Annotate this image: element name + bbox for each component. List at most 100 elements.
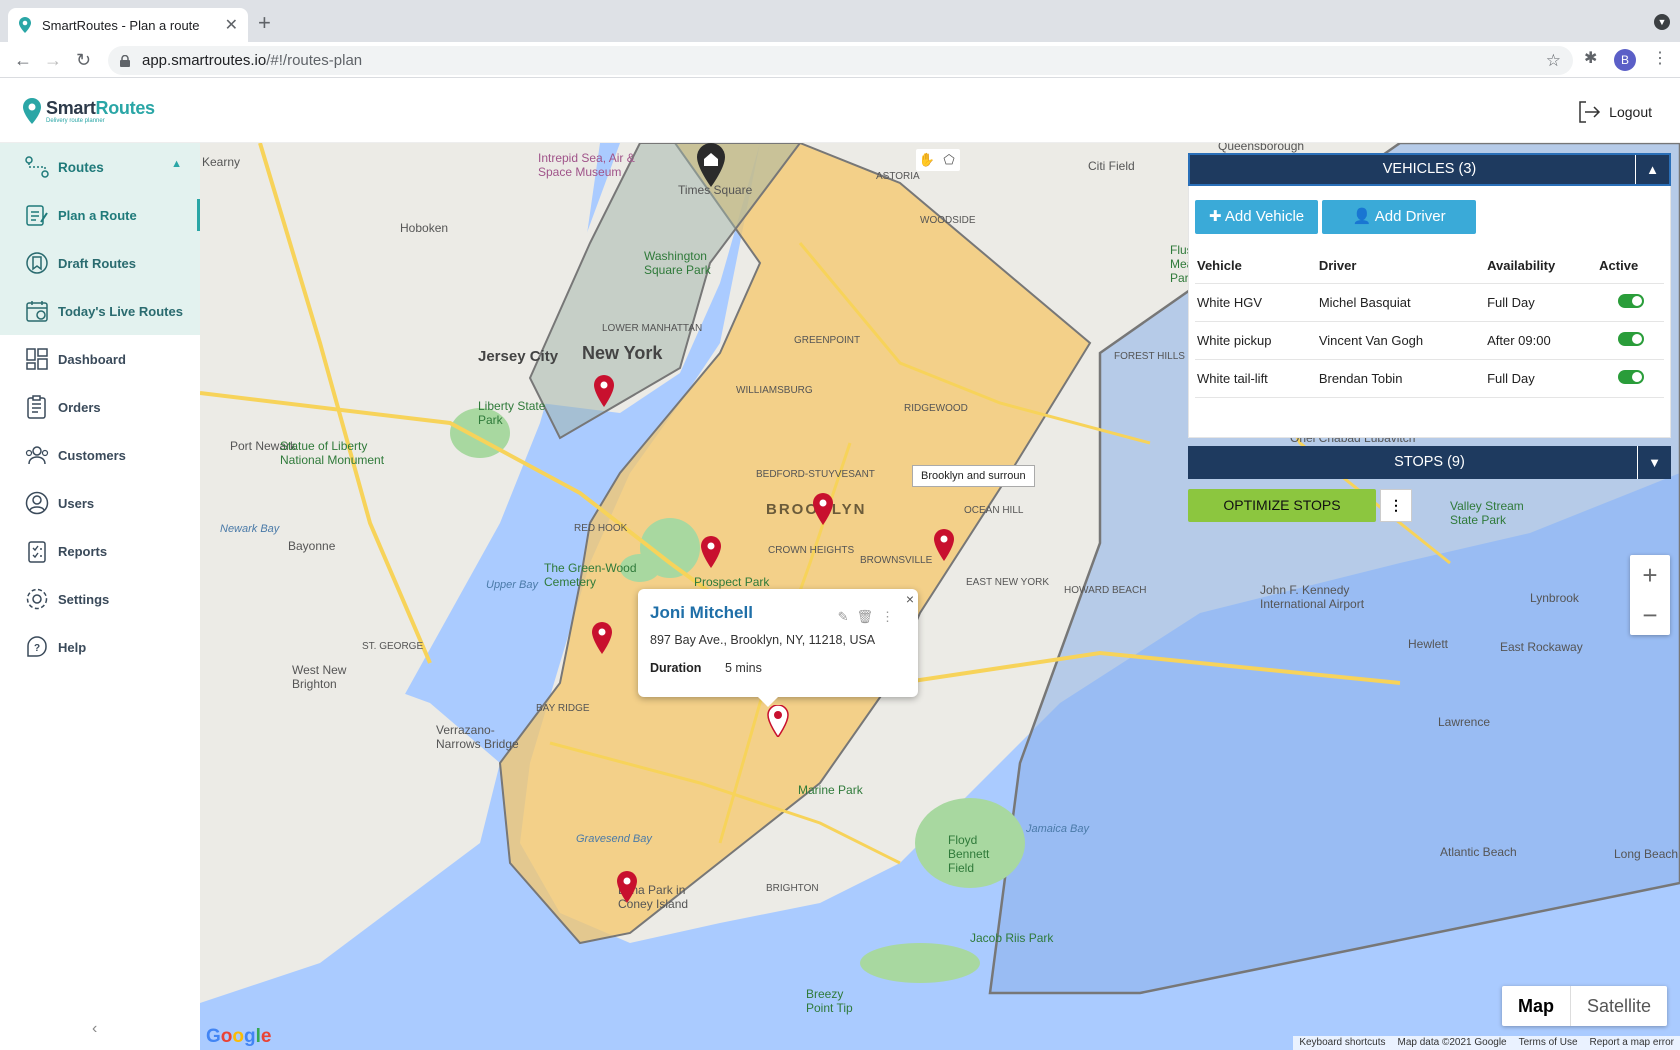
close-tab-icon[interactable]: ✕ <box>225 15 238 35</box>
vehicles-title: VEHICLES (3) <box>1382 161 1477 177</box>
map-label-hewlett: Hewlett <box>1408 637 1449 651</box>
sidebar-item-settings[interactable]: Settings <box>0 575 200 623</box>
map-label-lynbrook: Lynbrook <box>1530 591 1579 605</box>
sidebar-item-help[interactable]: ? Help <box>0 623 200 671</box>
map-label-verrazano: Verrazano-Narrows Bridge <box>436 723 519 751</box>
sidebar-item-draft-routes[interactable]: Draft Routes <box>0 239 200 287</box>
chevron-up-icon[interactable]: ▲ <box>1635 155 1669 184</box>
smartroutes-logo[interactable]: SmartRoutes Delivery route planner <box>22 98 155 124</box>
close-icon[interactable]: × <box>906 591 914 607</box>
map-data-text: Map data ©2021 Google <box>1397 1037 1507 1048</box>
stops-actions: OPTIMIZE STOPS ⋮ <box>1188 489 1671 522</box>
map-label-jfk: John F. Kennedy International Airport <box>1260 583 1365 611</box>
bookmark-star-icon[interactable]: ☆ <box>1546 51 1561 71</box>
active-toggle[interactable] <box>1617 370 1644 384</box>
map-label-newark-bay: Newark Bay <box>220 523 280 535</box>
sidebar-item-label: Settings <box>58 591 110 607</box>
sidebar-group-label: Routes <box>58 159 104 175</box>
sidebar-item-plan-a-route[interactable]: Plan a Route <box>0 191 200 239</box>
map-drawing-tools: ✋ ⬠ <box>916 149 960 171</box>
vehicles-actions: ✚ Add Vehicle 👤 Add Driver <box>1195 200 1664 234</box>
active-toggle[interactable] <box>1617 294 1644 308</box>
table-row[interactable]: White pickup Vincent Van Gogh After 09:0… <box>1195 321 1664 360</box>
tab-search-icon[interactable]: ▼ <box>1654 14 1670 30</box>
stop-marker[interactable] <box>933 529 955 561</box>
optimize-stops-button[interactable]: OPTIMIZE STOPS <box>1188 489 1376 522</box>
add-vehicle-label: Add Vehicle <box>1224 208 1305 225</box>
add-driver-button[interactable]: 👤 Add Driver <box>1322 200 1477 234</box>
sidebar-item-users[interactable]: Users <box>0 479 200 527</box>
draw-polygon-icon[interactable]: ⬠ <box>938 149 960 171</box>
sidebar-item-customers[interactable]: Customers <box>0 431 200 479</box>
map-type-satellite-button[interactable]: Satellite <box>1571 986 1667 1026</box>
stop-marker[interactable] <box>616 871 638 903</box>
map-label-brighton: BRIGHTON <box>766 883 819 894</box>
depot-marker[interactable] <box>696 143 726 187</box>
reload-icon[interactable]: ↻ <box>76 50 91 71</box>
more-vertical-icon[interactable]: ⋮ <box>881 609 894 625</box>
map-label-floyd-bennett: Floyd Bennett Field <box>948 833 990 875</box>
logo-name-part-b: Routes <box>95 98 156 118</box>
map-attribution: Keyboard shortcuts Map data ©2021 Google… <box>1293 1036 1680 1050</box>
chevron-down-icon[interactable]: ▼ <box>1637 446 1671 479</box>
vehicles-table: Vehicle Driver Availability Active White… <box>1195 248 1664 398</box>
vehicles-header[interactable]: VEHICLES (3) ▲ <box>1188 153 1671 186</box>
table-row[interactable]: White tail-lift Brendan Tobin Full Day <box>1195 359 1664 398</box>
column-header: Driver <box>1316 248 1486 284</box>
plus-icon: ✚ <box>1209 208 1225 225</box>
profile-avatar[interactable]: B <box>1614 49 1636 71</box>
forward-arrow-icon[interactable]: → <box>44 50 62 71</box>
zoom-out-button[interactable]: − <box>1630 595 1670 635</box>
map-label-lawrence: Lawrence <box>1438 715 1491 729</box>
map-label-west-brighton: West New Brighton <box>292 663 347 691</box>
address-bar[interactable]: app.smartroutes.io/#!/routes-plan ☆ <box>108 46 1573 75</box>
back-arrow-icon[interactable]: ← <box>14 50 32 71</box>
new-tab-button[interactable]: + <box>258 10 271 36</box>
keyboard-shortcuts-link[interactable]: Keyboard shortcuts <box>1293 1036 1391 1050</box>
route-panel: VEHICLES (3) ▲ ✚ Add Vehicle 👤 Add Drive… <box>1188 153 1671 522</box>
users-icon <box>25 491 49 515</box>
sidebar-group-routes[interactable]: Routes ▲ <box>0 143 200 191</box>
stops-header[interactable]: STOPS (9) ▼ <box>1188 446 1671 479</box>
help-icon: ? <box>27 636 47 657</box>
trash-icon[interactable]: 🗑 <box>856 609 873 625</box>
sidebar-item-label: Draft Routes <box>58 255 137 271</box>
sidebar: Routes ▲ Plan a Route Draft Routes Today… <box>0 143 200 1050</box>
collapse-sidebar-icon[interactable]: ‹ <box>92 1020 97 1038</box>
map-label-brownsville: BROWNSVILLE <box>860 555 933 566</box>
stop-marker[interactable] <box>593 375 615 407</box>
terms-link[interactable]: Terms of Use <box>1513 1036 1584 1050</box>
sidebar-item-reports[interactable]: Reports <box>0 527 200 575</box>
report-error-link[interactable]: Report a map error <box>1584 1036 1680 1050</box>
active-toggle[interactable] <box>1617 332 1644 346</box>
map-type-map-button[interactable]: Map <box>1502 986 1571 1026</box>
zoom-control: + − <box>1630 555 1670 635</box>
table-row[interactable]: White HGV Michel Basquiat Full Day <box>1195 283 1664 322</box>
stop-marker[interactable] <box>700 536 722 568</box>
zoom-in-button[interactable]: + <box>1630 555 1670 595</box>
tab-title: SmartRoutes - Plan a route <box>42 17 200 33</box>
sidebar-item-orders[interactable]: Orders <box>0 383 200 431</box>
browser-tab[interactable]: SmartRoutes - Plan a route ✕ <box>8 8 248 42</box>
hand-pan-icon[interactable]: ✋ <box>916 149 938 171</box>
browser-menu-icon[interactable]: ⋮ <box>1652 48 1668 68</box>
sidebar-item-dashboard[interactable]: Dashboard <box>0 335 200 383</box>
edit-pencil-icon[interactable]: ✎ <box>838 609 849 625</box>
duration-value: 5 mins <box>725 661 762 675</box>
logout-icon <box>1579 101 1601 123</box>
stops-more-button[interactable]: ⋮ <box>1380 489 1412 522</box>
map-label-marine-park: Marine Park <box>798 783 863 797</box>
selected-stop-marker[interactable] <box>767 705 789 737</box>
stop-marker[interactable] <box>812 493 834 525</box>
logout-button[interactable]: Logout <box>1577 100 1652 124</box>
map-label-lower-manhattan: LOWER MANHATTAN <box>602 323 703 334</box>
map-label-statue-of-liberty: Statue of Liberty National Monument <box>280 439 385 467</box>
stops-title: STOPS (9) <box>1394 454 1465 470</box>
add-vehicle-button[interactable]: ✚ Add Vehicle <box>1195 200 1319 234</box>
extensions-puzzle-icon[interactable]: ✱ <box>1584 48 1597 68</box>
driver-cell: Vincent Van Gogh <box>1316 321 1486 360</box>
sidebar-item-live-routes[interactable]: Today's Live Routes <box>0 287 200 335</box>
map-label-forest-hills: FOREST HILLS <box>1114 351 1185 362</box>
stop-marker[interactable] <box>591 622 613 654</box>
stop-info-window: Joni Mitchell ✎ 🗑 ⋮ × 897 Bay Ave., Broo… <box>638 589 918 707</box>
